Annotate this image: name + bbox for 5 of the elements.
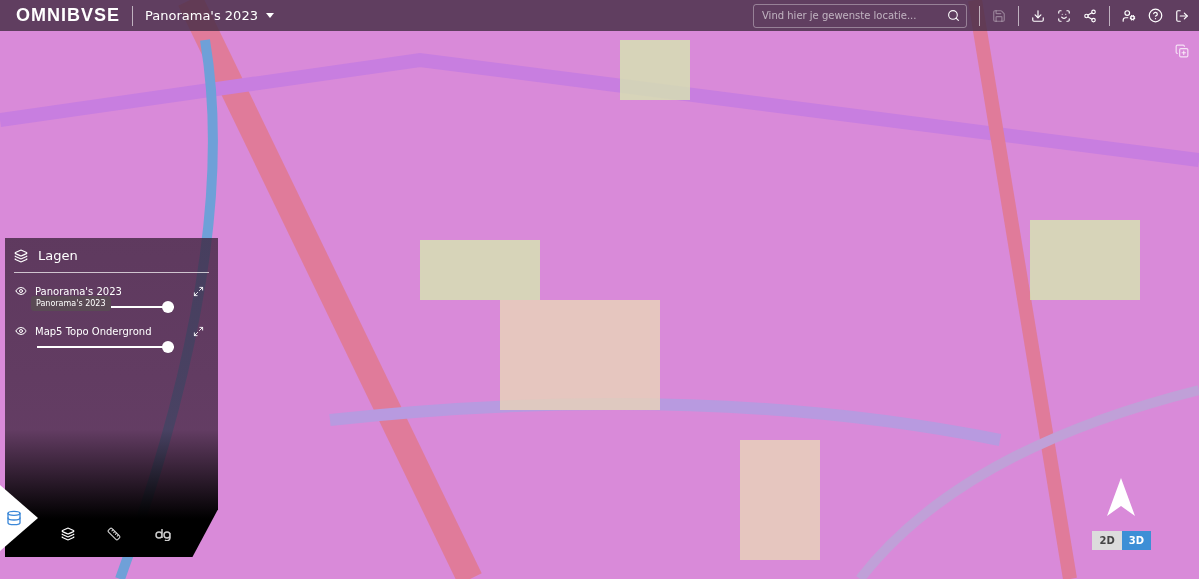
panel-title: Lagen <box>38 248 78 263</box>
layer-name: Panorama's 2023 <box>35 285 123 297</box>
logo: OMNIBVSE <box>16 5 120 26</box>
tooltip: Panorama's 2023 <box>31 296 111 311</box>
layer-name: Map5 Topo Ondergrond <box>35 325 153 337</box>
